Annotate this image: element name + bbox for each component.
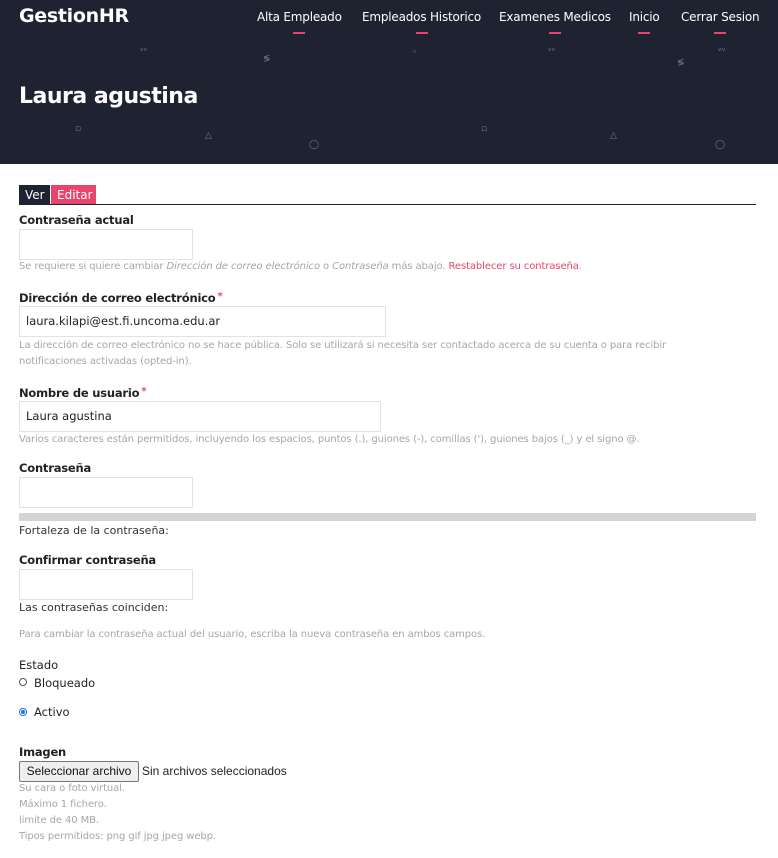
decoration-icon: ≶ [677, 58, 685, 68]
status-activo-radio[interactable] [19, 708, 27, 716]
help-text: o [319, 261, 333, 272]
username-label-text: Nombre de usuario [19, 386, 140, 400]
current-password-help: Se requiere si quiere cambiar Dirección … [19, 259, 582, 275]
nav-label: Cerrar Sesion [681, 10, 760, 24]
tabs-divider [19, 204, 756, 205]
status-bloqueado-label[interactable]: Bloqueado [34, 676, 95, 690]
password-match-label: Las contraseñas coinciden: [19, 601, 169, 614]
required-marker: * [141, 386, 147, 397]
decoration-icon: ◯ [715, 140, 726, 150]
nav-label: Empleados Historico [362, 10, 482, 24]
password-strength-label: Fortaleza de la contraseña: [19, 524, 169, 537]
nav-label: Examenes Medicos [499, 10, 611, 24]
select-file-button[interactable]: Seleccionar archivo [19, 761, 139, 782]
tab-editar[interactable]: Editar [51, 185, 96, 205]
decoration-icon: ◦ [412, 48, 418, 58]
nav-underline [714, 32, 727, 34]
decoration-icon: △ [610, 131, 617, 141]
current-password-label: Contraseña actual [19, 213, 134, 227]
decoration-icon: ᵥᵥ [140, 44, 148, 54]
page-title: Laura agustina [19, 84, 198, 109]
image-label: Imagen [19, 745, 67, 759]
nav-underline [548, 32, 561, 34]
email-label-text: Dirección de correo electrónico [19, 291, 216, 305]
password-label: Contraseña [19, 461, 92, 475]
decoration-icon: ≶ [263, 54, 271, 64]
brand-logo[interactable]: GestionHR [19, 5, 129, 27]
required-marker: * [217, 291, 223, 302]
decoration-icon: ▫ [75, 124, 82, 134]
email-field[interactable]: laura.kilapi@est.fi.uncoma.edu.ar [19, 306, 386, 337]
help-emphasis: Dirección de correo electrónico [166, 261, 320, 272]
confirm-password-input[interactable] [19, 569, 193, 600]
nav-alta-empleado[interactable]: Alta Empleado [257, 10, 342, 34]
nav-empleados-historico[interactable]: Empleados Historico [362, 10, 482, 34]
nav-label: Alta Empleado [257, 10, 342, 24]
decoration-icon: △ [205, 131, 212, 141]
nav-examenes-medicos[interactable]: Examenes Medicos [499, 10, 611, 34]
email-label: Dirección de correo electrónico * [19, 291, 223, 305]
nav-underline [415, 32, 428, 34]
email-help-line-1: La dirección de correo electrónico no se… [19, 340, 667, 351]
image-help-line: Su cara o foto virtual. [19, 783, 125, 794]
help-emphasis: Contraseña [332, 261, 389, 272]
site-header: GestionHR Alta Empleado Empleados Histor… [0, 0, 778, 164]
help-text: más abajo. [388, 261, 449, 272]
username-field[interactable]: Laura agustina [19, 401, 381, 432]
nav-underline [293, 32, 306, 34]
status-label: Estado [19, 658, 59, 672]
username-help: Varios caracteres están permitidos, incl… [19, 434, 640, 445]
email-help-line-2: notificaciones activadas (opted-in). [19, 356, 192, 367]
decoration-icon: ᵥᵥ [718, 44, 726, 54]
nav-label: Inicio [629, 10, 660, 24]
password-input[interactable] [19, 477, 193, 508]
tab-ver[interactable]: Ver [19, 185, 50, 205]
image-help-line: límite de 40 MB. [19, 815, 99, 826]
confirm-password-help: Para cambiar la contraseña actual del us… [19, 629, 486, 640]
username-label: Nombre de usuario * [19, 386, 147, 400]
file-status: Sin archivos seleccionados [142, 764, 287, 778]
help-text: Se requiere si quiere cambiar [19, 261, 167, 272]
password-strength-bar [19, 513, 756, 521]
decoration-icon: ◯ [309, 140, 320, 150]
decoration-icon: ▫ [481, 124, 488, 134]
nav-underline [638, 32, 651, 34]
reset-password-link[interactable]: Restablecer su contraseña [449, 261, 579, 272]
image-help-line: Máximo 1 fichero. [19, 799, 107, 810]
nav-cerrar-sesion[interactable]: Cerrar Sesion [681, 10, 760, 34]
nav-inicio[interactable]: Inicio [629, 10, 660, 34]
decoration-icon: ᵥᵥ [548, 44, 556, 54]
image-help-line: Tipos permitidos: png gif jpg jpeg webp. [19, 831, 217, 842]
status-activo-label[interactable]: Activo [34, 705, 70, 719]
confirm-password-label: Confirmar contraseña [19, 553, 156, 567]
help-text: . [578, 261, 582, 272]
current-password-input[interactable] [19, 229, 193, 260]
status-bloqueado-radio[interactable] [19, 678, 27, 686]
